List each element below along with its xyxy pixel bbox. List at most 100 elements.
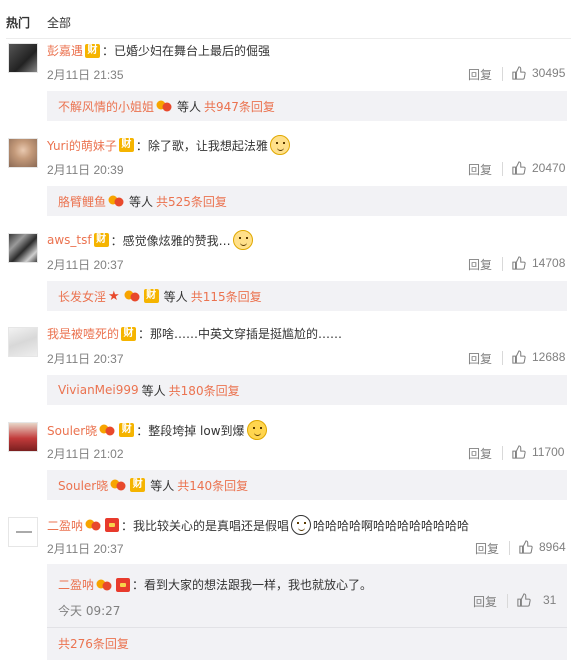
comment-text: ：整段垮掉 low到爆	[136, 423, 245, 438]
sub-reply-summary[interactable]: 胳臂鲤鱼 等人 共525条回复	[47, 186, 567, 216]
comment-time: 2月11日 20:37	[47, 352, 124, 366]
tabs-divider	[6, 38, 571, 39]
avatar[interactable]	[8, 43, 38, 73]
nested-reply-text: ：看到大家的想法跟我一样，我也就放心了。	[132, 578, 373, 592]
like-count: 30495	[532, 66, 566, 80]
thumbs-up-icon	[517, 593, 531, 607]
like-button[interactable]: 31	[517, 593, 556, 607]
username-link[interactable]: Yuri的萌妹子	[47, 137, 117, 154]
like-button[interactable]: 14708	[512, 256, 565, 270]
comment-time: 2月11日 21:35	[47, 68, 124, 82]
reply-button[interactable]: 回复	[468, 445, 492, 462]
avatar[interactable]	[8, 233, 38, 263]
sub-reply-summary[interactable]: VivianMei999 等人 共180条回复	[47, 375, 567, 405]
like-count: 8964	[539, 540, 566, 554]
username-link[interactable]: 彭嘉遇	[47, 42, 83, 59]
comment-time: 2月11日 20:39	[47, 163, 124, 177]
divider	[47, 627, 567, 628]
sub-reply-count[interactable]: 共525条回复	[156, 193, 227, 210]
avatar[interactable]	[8, 422, 38, 452]
comment-line: Yuri的萌妹子 财 ：除了歌，让我想起法雅	[47, 135, 292, 155]
vip-badge-icon	[124, 289, 140, 303]
thumbs-up-icon	[512, 445, 526, 459]
sub-reply-etc: 等人	[150, 478, 175, 493]
reply-button[interactable]: 回复	[468, 161, 492, 178]
tab-all[interactable]: 全部	[47, 14, 71, 31]
comment-time: 2月11日 20:37	[47, 542, 124, 556]
reply-button[interactable]: 回复	[468, 66, 492, 83]
sub-reply-users[interactable]: 长发女淫	[58, 288, 106, 305]
reply-button[interactable]: 回复	[473, 593, 497, 610]
sub-reply-count[interactable]: 共180条回复	[169, 382, 240, 399]
face-emoji-icon	[291, 515, 312, 535]
like-button[interactable]: 8964	[519, 540, 566, 554]
like-count: 11700	[532, 445, 565, 459]
wealth-badge-icon: 财	[130, 478, 146, 492]
comment-line: Souler晓 财 ：整段垮掉 low到爆	[47, 420, 269, 440]
like-button[interactable]: 30495	[512, 66, 565, 80]
thumbs-up-icon	[512, 256, 526, 270]
comment-time: 2月11日 21:02	[47, 447, 124, 461]
comment-line: aws_tsf 财 ：感觉像炫雅的赞我…	[47, 230, 255, 250]
divider	[502, 446, 503, 460]
sub-reply-summary[interactable]: 长发女淫 ★ 财 等人 共115条回复	[47, 281, 567, 311]
vip-badge-icon	[108, 194, 124, 208]
comment-text: ：感觉像炫雅的赞我…	[110, 233, 231, 248]
sub-reply-count[interactable]: 共115条回复	[191, 288, 262, 305]
username-link[interactable]: 我是被噎死的	[47, 325, 119, 342]
vip-badge-icon	[99, 423, 115, 437]
vip-badge-icon	[156, 99, 172, 113]
sub-reply-users[interactable]: VivianMei999	[58, 383, 139, 397]
sweat-emoji-icon	[246, 420, 267, 440]
sub-reply-users[interactable]: 不解风情的小姐姐	[58, 98, 154, 115]
like-button[interactable]: 12688	[512, 350, 565, 364]
sub-reply-count[interactable]: 共947条回复	[204, 98, 275, 115]
username-link[interactable]: 二盈呐	[58, 576, 94, 593]
comment-line: 二盈呐 ：我比较关心的是真唱还是假唱 哈哈哈哈啊哈哈哈哈哈哈哈哈	[47, 515, 469, 535]
sub-reply-summary[interactable]: 不解风情的小姐姐 等人 共947条回复	[47, 91, 567, 121]
comment-text: ：那啥……中英文穿插是挺尴尬的……	[138, 327, 343, 341]
comment-text: ：已婚少妇在舞台上最后的倔强	[102, 44, 271, 58]
nested-reply-time: 今天 09:27	[58, 604, 121, 618]
star-badge-icon: ★	[108, 288, 120, 304]
reply-button[interactable]: 回复	[468, 256, 492, 273]
sub-reply-users[interactable]: 胳臂鲤鱼	[58, 193, 106, 210]
more-replies-link[interactable]: 共276条回复	[58, 635, 129, 652]
avatar[interactable]	[8, 138, 38, 168]
like-button[interactable]: 20470	[512, 161, 565, 175]
username-link[interactable]: aws_tsf	[47, 233, 92, 247]
thumbs-up-icon	[512, 66, 526, 80]
vip-badge-icon	[85, 518, 101, 532]
red-envelope-badge-icon	[116, 577, 131, 592]
comment-time: 2月11日 20:37	[47, 258, 124, 272]
sub-reply-etc: 等人	[129, 194, 154, 209]
like-button[interactable]: 11700	[512, 445, 564, 459]
reply-button[interactable]: 回复	[475, 540, 499, 557]
sub-reply-users[interactable]: Souler晓	[58, 477, 108, 494]
divider	[509, 541, 510, 555]
vip-badge-icon	[110, 478, 126, 492]
nested-reply: 二盈呐 ：看到大家的想法跟我一样，我也就放心了。 今天 09:27 回复 31 …	[47, 564, 567, 660]
avatar[interactable]	[8, 517, 38, 547]
sub-reply-summary[interactable]: Souler晓 财 等人 共140条回复	[47, 470, 567, 500]
username-link[interactable]: Souler晓	[47, 422, 97, 439]
divider	[507, 594, 508, 608]
wealth-badge-icon: 财	[85, 43, 101, 58]
vip-badge-icon	[96, 578, 112, 592]
like-count: 14708	[532, 256, 566, 270]
like-count: 12688	[532, 350, 566, 364]
username-link[interactable]: 二盈呐	[47, 517, 83, 534]
reply-button[interactable]: 回复	[468, 350, 492, 367]
wealth-badge-icon: 财	[119, 423, 135, 437]
sub-reply-etc: 等人	[141, 383, 166, 398]
comment-text-cont: 哈哈哈哈啊哈哈哈哈哈哈哈哈	[313, 518, 470, 533]
wealth-badge-icon: 财	[121, 326, 137, 341]
avatar[interactable]	[8, 327, 38, 357]
tab-hot[interactable]: 热门	[6, 14, 30, 31]
divider	[502, 67, 503, 81]
thumbs-up-icon	[512, 161, 526, 175]
sub-reply-count[interactable]: 共140条回复	[177, 477, 248, 494]
sub-reply-etc: 等人	[163, 289, 188, 304]
comment-text: ：我比较关心的是真唱还是假唱	[121, 518, 290, 533]
red-envelope-badge-icon	[105, 518, 120, 532]
